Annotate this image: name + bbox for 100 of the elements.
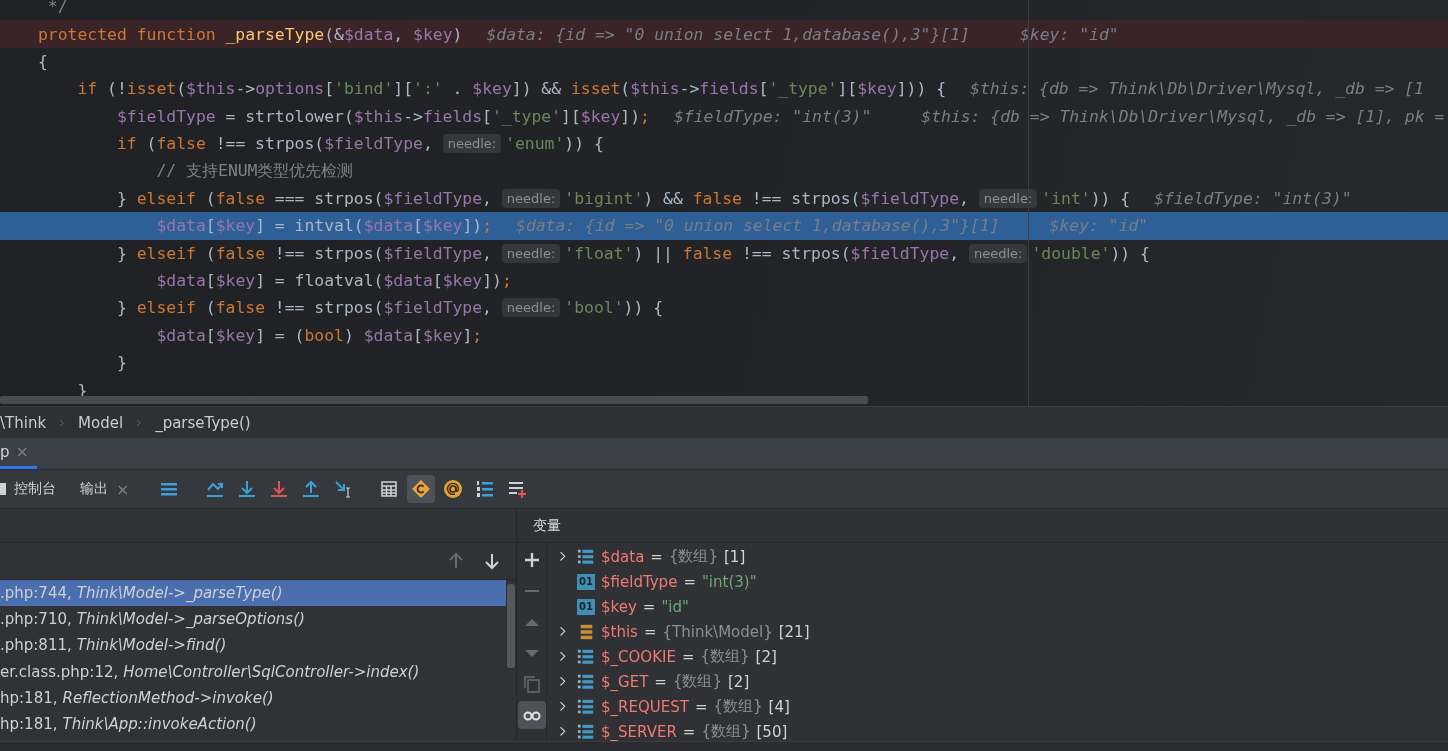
square-icon [0, 483, 6, 495]
code-token: $key [215, 325, 256, 345]
horizontal-scrollbar[interactable] [0, 396, 868, 404]
code-token: $key [857, 79, 897, 99]
stack-frame[interactable]: .php:710, Think\Model->_parseOptions() [0, 606, 506, 633]
variable-type: {数组} [713, 697, 763, 716]
variable-name: $fieldType [601, 572, 678, 591]
code-token: [ [413, 325, 423, 345]
string-type-icon: 01 [577, 598, 595, 615]
frame-method: Think\App::invokeAction() [62, 715, 257, 734]
list-icon [577, 672, 595, 691]
code-token: } [115, 298, 128, 318]
code-token: $data [363, 216, 414, 236]
code-token: $fieldType [115, 106, 216, 126]
code-token: elseif [136, 298, 196, 318]
variable-row[interactable]: $this = {Think\Model} [21] [547, 619, 1448, 644]
inline-value: $data: {id => "0 union select 1,database(),3"}[1] [516, 216, 1000, 236]
code-token: , [482, 298, 493, 318]
code-token: ]) [482, 271, 502, 291]
list-icon [577, 697, 595, 716]
variable-row[interactable]: 01 $fieldType = "int(3)" [547, 569, 1448, 594]
code-editor[interactable] [0, 0, 1448, 406]
code-token: $data [155, 271, 206, 291]
parameter-hint: needle: [442, 134, 502, 154]
frame-method: Think\Model->find() [76, 636, 227, 655]
code-token: false [215, 243, 265, 263]
parameter-hint: needle: [501, 188, 561, 208]
code-token: ; [640, 106, 650, 126]
code-token: } [115, 188, 128, 208]
variable-type: {数组} [672, 672, 722, 691]
equals-sign: = [681, 647, 695, 666]
code-token: false [692, 188, 742, 208]
frame-method: Think\Model->_parseType() [76, 584, 283, 603]
code-token: $fieldType [324, 134, 423, 154]
variable-row[interactable]: 01 $key = "id" [547, 594, 1448, 619]
code-token: , [482, 188, 493, 208]
inline-value: $this: {db => Think\Db\Driver\Mysql, _db => [1 [970, 79, 1424, 99]
list-icon [577, 547, 595, 566]
code-token: $data [155, 325, 206, 345]
code-token: false [215, 188, 265, 208]
code-token: ]) [462, 216, 483, 236]
code-token: , [949, 243, 961, 263]
code-token: 'bind' [334, 79, 394, 99]
code-token: ) [343, 325, 355, 345]
code-token: $key [580, 106, 621, 126]
breadcrumb-item[interactable]: \Think [0, 413, 47, 432]
copy-icon [521, 674, 542, 694]
toolbar-button[interactable] [407, 475, 436, 503]
code-token: isset [126, 79, 177, 99]
code-token: , [959, 188, 970, 208]
variable-type: {Think\Model} [662, 622, 773, 641]
stack-frame[interactable]: hp:181, Think\App::invokeAction() [0, 710, 506, 738]
variable-row[interactable]: $_COOKIE = {数组} [2] [547, 644, 1448, 669]
code-token: !== strpos( [214, 134, 325, 154]
code-token: 'bigint' [564, 188, 644, 208]
code-token: $key [472, 79, 512, 99]
code-token: [ [482, 106, 492, 126]
variables-tool-button[interactable] [517, 701, 546, 729]
variable-row[interactable]: $_GET = {数组} [2] [547, 669, 1448, 694]
variable-name: $key [601, 597, 637, 616]
variable-row[interactable]: $data = {数组} [1] [547, 544, 1448, 569]
variable-row[interactable]: $_REQUEST = {数组} [4] [547, 694, 1448, 719]
code-token: ][ [393, 79, 414, 99]
code-token: $this [630, 79, 680, 99]
equals-sign: = [654, 672, 667, 691]
variable-row[interactable]: $_SERVER = {数组} [50] [547, 719, 1448, 744]
code-token: [ [205, 216, 216, 236]
equals-sign: = [643, 622, 657, 641]
code-token: ; [501, 271, 512, 291]
console-tab[interactable]: 控制台 [0, 470, 68, 508]
stack-frame[interactable]: .php:811, Think\Model->find() [0, 632, 506, 659]
code-token: $key [422, 325, 463, 345]
code-token: ) [452, 24, 463, 44]
code-token: 'int' [1041, 188, 1091, 208]
inline-value: $key: "id" [1019, 24, 1119, 44]
console-tab[interactable]: 输出 × [68, 470, 142, 508]
code-token: $key [413, 24, 453, 44]
code-token: { [38, 51, 48, 71]
code-token: ])) { [896, 79, 947, 99]
arrow-down-icon [482, 551, 502, 571]
code-token: [ [413, 216, 423, 236]
breadcrumb-item[interactable]: _parseType() [155, 413, 251, 432]
code-token: $data [343, 24, 394, 44]
breadcrumb-item[interactable]: Model [78, 413, 124, 432]
code-token: false [156, 134, 206, 154]
at-sign-icon [443, 479, 464, 499]
code-token: if [115, 134, 137, 154]
code-token: $fieldType [850, 243, 950, 263]
list-icon [577, 722, 595, 741]
inline-value: $this: {db => Think\Db\Driver\Mysql, _db => [1], pk = [921, 106, 1445, 126]
stack-frame[interactable]: hp:181, ReflectionMethod->invoke() [0, 684, 506, 711]
frame-method: Home\Controller\SqlController->index() [123, 662, 420, 681]
code-token: [ [758, 79, 769, 99]
variable-name: $_GET [601, 672, 649, 691]
stack-frame[interactable]: er.class.php:12, Home\Controller\SqlController->index() [0, 658, 506, 685]
vertical-scrollbar[interactable] [507, 584, 515, 668]
equals-sign: = [682, 722, 696, 741]
numbered-list-icon [475, 479, 496, 499]
variable-name: $this [601, 622, 638, 641]
code-token: [ [205, 271, 216, 291]
